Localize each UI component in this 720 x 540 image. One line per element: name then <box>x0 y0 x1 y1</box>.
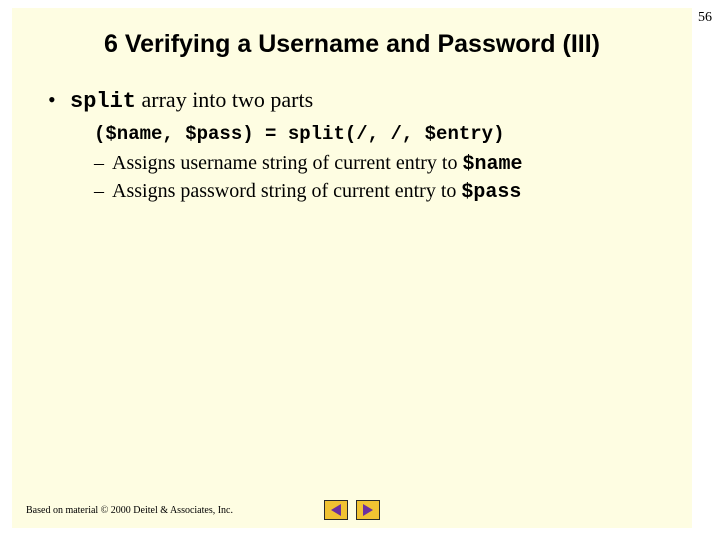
sub1-pre: Assigns username string of current entry… <box>112 152 462 174</box>
footer-text: Based on material © 2000 Deitel & Associ… <box>26 505 233 516</box>
sub-item-2-text: Assigns password string of current entry… <box>112 178 521 206</box>
next-button[interactable] <box>356 500 380 520</box>
dash-icon: – <box>94 150 112 177</box>
bullet-text: split array into two parts <box>70 87 313 114</box>
content-area: • split array into two parts ($name, $pa… <box>12 59 692 206</box>
sub2-pre: Assigns password string of current entry… <box>112 180 461 202</box>
bullet-dot-icon: • <box>48 87 70 113</box>
nav-controls <box>324 500 380 520</box>
sub1-code: $name <box>462 153 522 176</box>
bullet-rest: array into two parts <box>136 87 313 112</box>
sub-item-1: – Assigns username string of current ent… <box>94 150 682 178</box>
sub-item-2: – Assigns password string of current ent… <box>94 178 682 206</box>
slide: 56 6 Verifying a Username and Password (… <box>12 8 692 528</box>
dash-icon: – <box>94 178 112 205</box>
code-line: ($name, $pass) = split(/, /, $entry) <box>94 122 682 148</box>
triangle-right-icon <box>363 504 373 516</box>
bullet-item: • split array into two parts <box>48 87 682 114</box>
prev-button[interactable] <box>324 500 348 520</box>
sub-block: ($name, $pass) = split(/, /, $entry) – A… <box>94 122 682 206</box>
triangle-left-icon <box>331 504 341 516</box>
bullet-code-word: split <box>70 89 136 114</box>
page-number: 56 <box>698 10 712 26</box>
sub2-code: $pass <box>461 181 521 204</box>
sub-item-1-text: Assigns username string of current entry… <box>112 150 523 178</box>
slide-title: 6 Verifying a Username and Password (III… <box>12 8 692 59</box>
